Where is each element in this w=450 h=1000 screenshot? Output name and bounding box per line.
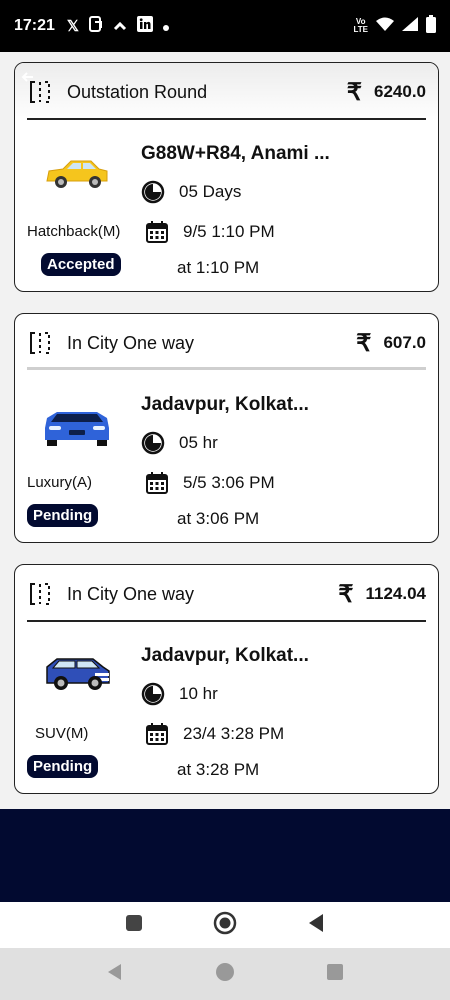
trip-type: In City One way — [67, 583, 195, 604]
calendar-icon — [146, 472, 168, 494]
status-badge: Pending — [27, 504, 99, 527]
pickup-address: G88W+R84, Anami ... — [141, 143, 330, 164]
duration-row: 10 hr — [141, 682, 218, 706]
rupee-icon: ₹ — [346, 78, 362, 106]
pickup-address: Jadavpur, Kolkat... — [141, 394, 309, 415]
battery-icon — [426, 15, 436, 37]
duration: 05 hr — [179, 433, 218, 452]
rupee-icon: ₹ — [338, 580, 354, 608]
pickup-time: at 1:10 PM — [177, 258, 260, 277]
nav-recents-icon[interactable] — [326, 963, 344, 986]
volte-indicator: Vo LTE — [353, 18, 368, 34]
back-arrow-icon[interactable] — [21, 67, 35, 90]
timer-icon — [141, 682, 165, 706]
calendar-icon — [146, 221, 168, 243]
status-time: 17:21 — [14, 17, 55, 34]
record-icon[interactable] — [213, 911, 237, 940]
divider — [27, 367, 426, 370]
date-row: 5/5 3:06 PM — [145, 471, 275, 495]
booking-list: Outstation Round ₹ 6240.0 G88W+R84, Anam… — [0, 52, 450, 809]
square-icon[interactable] — [125, 914, 143, 937]
rupee-icon: ₹ — [356, 329, 372, 357]
booking-card[interactable]: Outstation Round ₹ 6240.0 G88W+R84, Anam… — [14, 62, 439, 292]
timer-icon — [141, 431, 165, 455]
price: ₹ 6240.0 — [347, 78, 426, 107]
duration: 10 hr — [179, 684, 218, 703]
nav-home-icon[interactable] — [215, 962, 235, 987]
price: ₹ 1124.04 — [338, 580, 426, 609]
luxury-car-icon — [45, 412, 109, 446]
route-icon — [30, 583, 50, 605]
signal-icon — [402, 17, 418, 35]
car-type: Hatchback(M) — [27, 223, 121, 240]
suv-car-icon — [46, 658, 110, 690]
system-nav-bar — [0, 948, 450, 1000]
volte-bottom-text: LTE — [353, 25, 368, 34]
pickup-time: at 3:28 PM — [177, 760, 260, 779]
booking-card[interactable]: In City One way ₹ 1124.04 Jadavpur, Kolk… — [14, 564, 439, 794]
date-row: 23/4 3:28 PM — [145, 722, 284, 746]
trip-type: In City One way — [67, 332, 195, 353]
calendar-icon — [146, 723, 168, 745]
duration: 05 Days — [179, 182, 242, 201]
car-type: SUV(M) — [35, 725, 89, 742]
chevron-up-icon — [113, 18, 127, 35]
duration-row: 05 Days — [141, 180, 241, 204]
status-bar: 17:21 𝕏 Vo LTE — [0, 0, 450, 52]
price-value: 6240.0 — [374, 82, 426, 101]
booking-date: 5/5 3:06 PM — [183, 473, 275, 492]
booking-card[interactable]: In City One way ₹ 607.0 Jadavpur, Kolkat… — [14, 313, 439, 543]
divider — [27, 118, 426, 120]
price-value: 607.0 — [383, 333, 426, 352]
car-type: Luxury(A) — [27, 474, 93, 491]
duration-row: 05 hr — [141, 431, 218, 455]
triangle-back-icon[interactable] — [307, 913, 325, 938]
pickup-address: Jadavpur, Kolkat... — [141, 645, 309, 666]
date-row: 9/5 1:10 PM — [145, 220, 275, 244]
wifi-icon — [376, 17, 394, 35]
nav-back-icon[interactable] — [106, 963, 124, 986]
pickup-time: at 3:06 PM — [177, 509, 260, 528]
trip-type: Outstation Round — [67, 81, 208, 102]
x-app-icon: 𝕏 — [66, 18, 80, 35]
price-value: 1124.04 — [365, 584, 426, 603]
price: ₹ 607.0 — [356, 329, 426, 358]
notification-dot-icon — [163, 18, 170, 35]
status-badge: Accepted — [41, 253, 121, 276]
card-header: In City One way ₹ 607.0 — [15, 314, 438, 372]
card-header: In City One way ₹ 1124.04 — [15, 565, 438, 623]
hatchback-car-icon — [46, 160, 108, 188]
phone-screen-icon — [89, 16, 103, 36]
divider — [27, 620, 426, 622]
status-badge: Pending — [27, 755, 99, 778]
bottom-panel — [0, 809, 450, 902]
timer-icon — [141, 180, 165, 204]
linkedin-icon — [137, 16, 154, 36]
booking-date: 9/5 1:10 PM — [183, 222, 275, 241]
booking-date: 23/4 3:28 PM — [183, 724, 285, 743]
app-nav-strip — [0, 902, 450, 948]
route-icon — [30, 332, 50, 354]
card-header: Outstation Round ₹ 6240.0 — [15, 63, 438, 121]
